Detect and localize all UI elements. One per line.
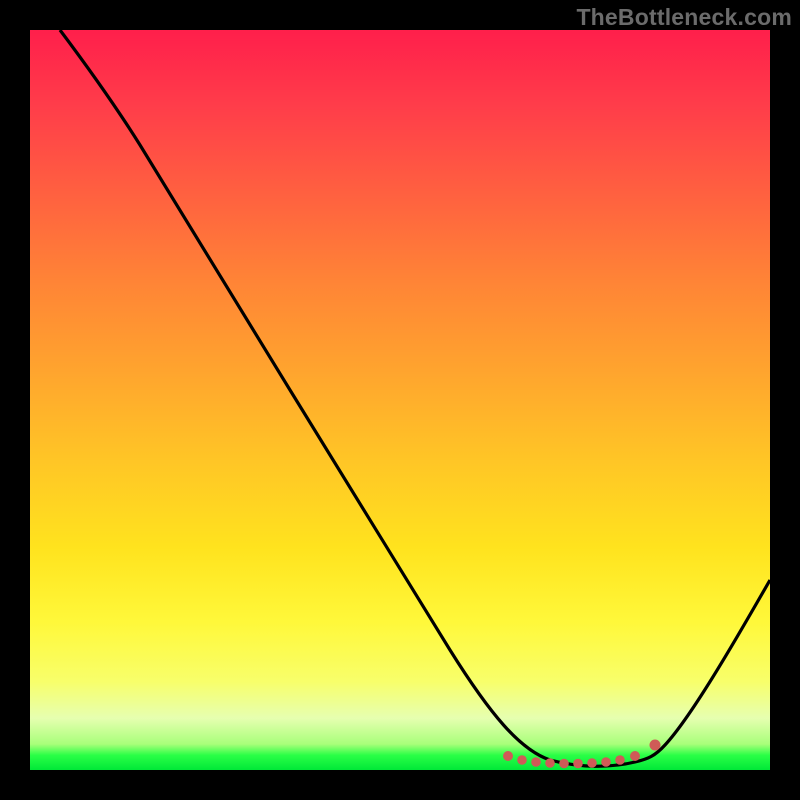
curve-svg <box>30 30 770 770</box>
chart-container: TheBottleneck.com <box>0 0 800 800</box>
bottleneck-curve-path <box>60 30 770 766</box>
plot-area <box>30 30 770 770</box>
watermark-text: TheBottleneck.com <box>576 4 792 31</box>
trough-markers-group <box>503 740 661 769</box>
